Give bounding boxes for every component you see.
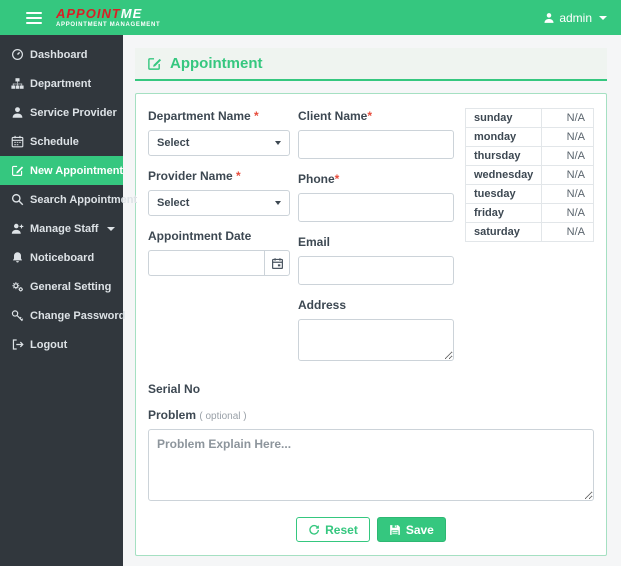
address-textarea[interactable] [298,319,454,361]
sidebar-item-manage-staff[interactable]: Manage Staff [0,214,123,243]
provider-name-label: Provider Name * [148,169,241,183]
value-cell: N/A [541,165,594,185]
email-input[interactable] [298,256,454,285]
department-name-label: Department Name * [148,109,259,123]
appointment-date-label: Appointment Date [148,229,252,243]
chevron-down-icon [599,15,607,20]
page-title: Appointment [170,55,263,72]
reset-button[interactable]: Reset [296,517,370,542]
sidebar-item-new-appointment[interactable]: New Appointment [0,156,123,185]
brand-title: APPOINTME [56,6,143,21]
calendar-icon [11,135,24,148]
sidebar-item-schedule[interactable]: Schedule [0,127,123,156]
sidebar-item-noticeboard[interactable]: Noticeboard [0,243,123,272]
top-navbar: APPOINTME APPOINTMENT MANAGEMENT admin [0,0,621,35]
value-cell: N/A [541,108,594,128]
day-cell: monday [464,127,543,147]
department-select[interactable]: Select [148,130,290,156]
sidebar-item-general-setting[interactable]: General Setting [0,272,123,301]
user-icon [544,12,554,23]
calendar-picker-button[interactable] [264,250,290,276]
sidebar-item-search-appointment[interactable]: Search Appointment [0,185,137,214]
user-icon [12,107,23,118]
refresh-icon [309,524,320,535]
value-cell: N/A [541,184,594,204]
logout-icon [12,339,24,350]
day-cell: thursday [464,146,543,166]
table-row: saturday N/A [464,222,594,242]
table-row: wednesday N/A [464,165,594,185]
value-cell: N/A [541,222,594,242]
sidebar-item-change-password[interactable]: Change Password [0,301,125,330]
optional-note: ( optional ) [199,411,247,422]
chevron-down-icon [275,141,281,145]
main-content: Appointment Department Name * Select Pro… [123,35,621,566]
edit-icon [12,165,24,176]
table-row: friday N/A [464,203,594,223]
dashboard-icon [12,49,23,60]
key-icon [11,310,24,322]
phone-label: Phone* [298,172,340,186]
form-actions: Reset Save [148,517,594,542]
weekday-schedule-table: sunday N/A monday N/A thursday N/A wedne… [464,108,594,242]
brand-logo[interactable]: APPOINTME APPOINTMENT MANAGEMENT [56,7,160,28]
app-window: APPOINTME APPOINTMENT MANAGEMENT admin D… [0,0,621,566]
sidebar-item-dashboard[interactable]: Dashboard [0,40,123,69]
appointment-date-group [148,250,290,276]
value-cell: N/A [541,203,594,223]
sidebar-item-department[interactable]: Department [0,69,123,98]
problem-label: Problem ( optional ) [148,408,247,422]
admin-label: admin [559,10,592,25]
table-row: sunday N/A [464,108,594,128]
gears-icon [12,282,23,292]
edit-icon [148,58,162,70]
sidebar-item-logout[interactable]: Logout [0,330,123,359]
table-row: tuesday N/A [464,184,594,204]
admin-menu[interactable]: admin [543,11,607,25]
value-cell: N/A [541,146,594,166]
client-name-input[interactable] [298,130,454,159]
save-button[interactable]: Save [376,517,446,542]
problem-textarea[interactable] [148,429,594,501]
page-header: Appointment [135,48,607,81]
sidebar: Dashboard Department Service Provider Sc… [0,35,137,566]
day-cell: tuesday [464,184,543,204]
phone-input[interactable] [298,193,454,222]
brand-subtitle: APPOINTMENT MANAGEMENT [56,22,161,28]
menu-icon[interactable] [26,11,42,24]
save-icon [389,524,400,535]
user-plus-icon [11,223,24,234]
chevron-down-icon [107,226,115,231]
address-label: Address [298,298,347,312]
bell-icon [12,252,23,263]
chevron-down-icon [275,201,281,205]
client-name-label: Client Name* [298,109,373,123]
email-label: Email [298,235,331,249]
day-cell: friday [464,203,543,223]
sitemap-icon [11,78,24,89]
table-row: monday N/A [464,127,594,147]
appointment-form-panel: Department Name * Select Provider Name *… [135,93,607,556]
search-icon [11,193,24,206]
appointment-date-input[interactable] [148,250,264,276]
value-cell: N/A [541,127,594,147]
sidebar-item-service-provider[interactable]: Service Provider [0,98,123,127]
serial-no-label: Serial No [148,382,201,396]
provider-select[interactable]: Select [148,190,290,216]
calendar-icon [271,257,283,269]
day-cell: wednesday [464,165,543,185]
day-cell: saturday [464,222,543,242]
day-cell: sunday [464,108,543,128]
table-row: thursday N/A [464,146,594,166]
